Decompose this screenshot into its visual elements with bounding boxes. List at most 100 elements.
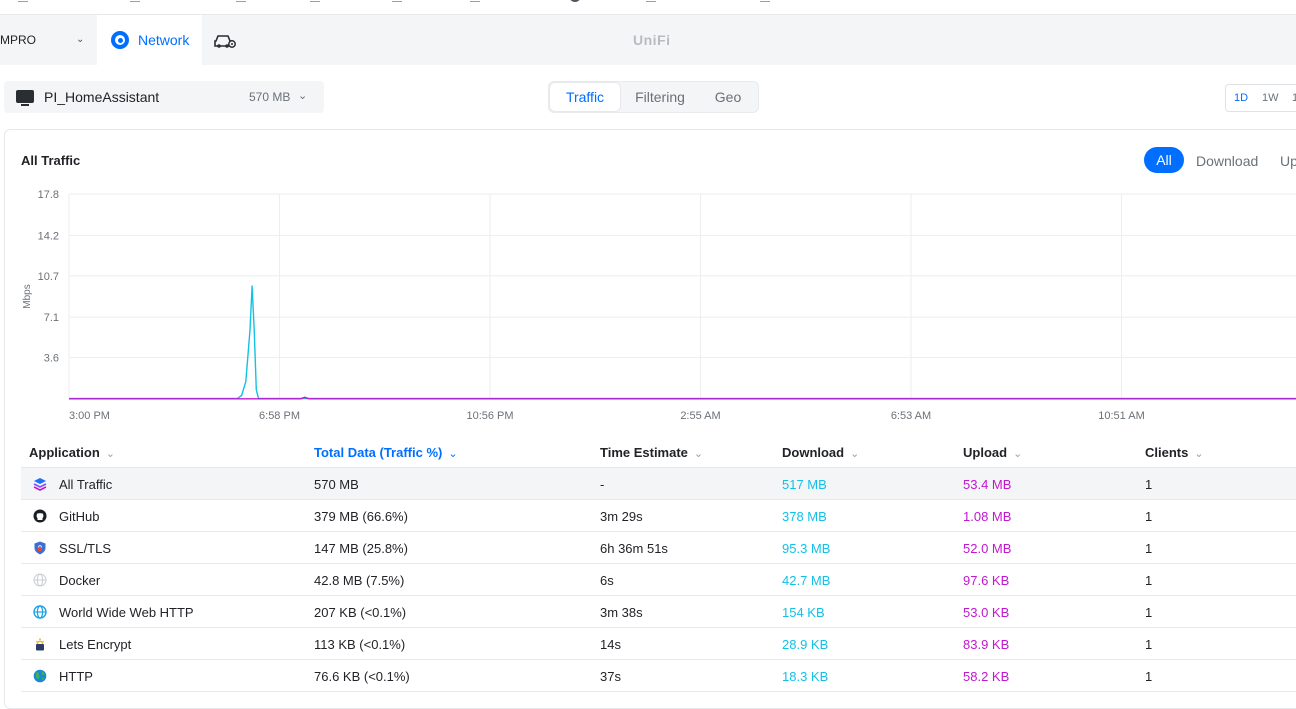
chevron-down-icon: ⌄ — [105, 448, 115, 460]
clients-count: 1 — [1145, 605, 1153, 620]
monitor-icon — [16, 90, 34, 106]
view-tabs: Traffic Filtering Geo — [548, 81, 759, 113]
download-value: 28.9 KB — [782, 637, 829, 652]
period-more[interactable]: 1 — [1292, 92, 1296, 104]
app-name: All Traffic — [59, 477, 113, 492]
table-row[interactable]: HTTP 76.6 KB (<0.1%) 37s 18.3 KB 58.2 KB… — [21, 660, 1296, 692]
time-estimate: - — [600, 477, 605, 492]
device-selector[interactable]: PI_HomeAssistant 570 MB ⌄ — [4, 81, 324, 113]
column-upload[interactable]: Upload ⌄ — [963, 445, 1022, 460]
top-toolbar-strip — [0, 0, 1296, 15]
column-label: Application — [29, 445, 100, 460]
upload-value: 58.2 KB — [963, 669, 1010, 684]
clients-count: 1 — [1145, 669, 1153, 684]
filter-download-button[interactable]: Download — [1196, 153, 1258, 169]
filter-upload-button[interactable]: Up — [1280, 153, 1296, 169]
upload-value: 53.4 MB — [963, 477, 1012, 492]
layers-icon — [33, 478, 47, 491]
table-row[interactable]: Lets Encrypt 113 KB (<0.1%) 14s 28.9 KB … — [21, 628, 1296, 660]
filter-all-button[interactable]: All — [1144, 147, 1184, 173]
table-row[interactable]: GitHub 379 MB (66.6%) 3m 29s 378 MB 1.08… — [21, 500, 1296, 532]
clients-count: 1 — [1145, 573, 1153, 588]
chevron-down-icon: ⌄ — [76, 34, 85, 45]
download-series-line — [69, 285, 1296, 400]
table-row[interactable]: All Traffic 570 MB - 517 MB 53.4 MB 1 — [21, 468, 1296, 500]
download-value: 378 MB — [782, 509, 827, 524]
table-row[interactable]: World Wide Web HTTP 207 KB (<0.1%) 3m 38… — [21, 596, 1296, 628]
tab-filtering[interactable]: Filtering — [623, 83, 697, 111]
toolbar-glyph — [236, 0, 246, 2]
column-label: Time Estimate — [600, 445, 688, 460]
network-icon — [111, 31, 129, 49]
toolbar-glyph — [130, 0, 140, 2]
app-name: GitHub — [59, 509, 100, 524]
time-estimate: 3m 38s — [600, 605, 643, 620]
column-label: Upload — [963, 445, 1008, 460]
y-axis-label: Mbps — [22, 284, 33, 308]
total-data: 207 KB (<0.1%) — [314, 605, 407, 620]
y-tick-label: 14.2 — [38, 230, 59, 242]
nav-tab-network[interactable]: Network — [97, 15, 202, 65]
nav-tab-label: Network — [138, 32, 190, 48]
upload-value: 53.0 KB — [963, 605, 1010, 620]
total-data: 379 MB (66.6%) — [314, 509, 408, 524]
period-1w[interactable]: 1W — [1262, 92, 1279, 104]
upload-value: 1.08 MB — [963, 509, 1012, 524]
table-row[interactable]: Docker 42.8 MB (7.5%) 6s 42.7 MB 97.6 KB… — [21, 564, 1296, 596]
x-tick-label: 3:00 PM — [69, 410, 110, 422]
chevron-down-icon: ⌄ — [1194, 448, 1204, 460]
tab-geo[interactable]: Geo — [699, 83, 757, 111]
toolbar-glyph — [310, 0, 320, 2]
y-tick-label: 7.1 — [44, 312, 59, 324]
toolbar-glyph — [646, 0, 656, 2]
vehicle-settings-icon[interactable] — [213, 32, 237, 50]
time-estimate: 14s — [600, 637, 621, 652]
total-data: 570 MB — [314, 477, 359, 492]
earth-icon — [33, 669, 47, 683]
period-1d[interactable]: 1D — [1234, 92, 1248, 104]
download-value: 517 MB — [782, 477, 827, 492]
app-name: HTTP — [59, 669, 93, 684]
column-application[interactable]: Application ⌄ — [29, 445, 115, 460]
tab-traffic[interactable]: Traffic — [550, 83, 620, 111]
unifi-logo: UniFi — [633, 32, 671, 48]
download-value: 95.3 MB — [782, 541, 831, 556]
chevron-down-icon: ⌄ — [298, 90, 308, 102]
column-label: Total Data (Traffic %) — [314, 445, 443, 460]
column-time-estimate[interactable]: Time Estimate ⌄ — [600, 445, 703, 460]
toolbar-glyph — [18, 0, 28, 2]
upload-value: 83.9 KB — [963, 637, 1010, 652]
clients-count: 1 — [1145, 541, 1153, 556]
app-name: SSL/TLS — [59, 541, 112, 556]
clients-count: 1 — [1145, 509, 1153, 524]
period-selector: 1D 1W 1 — [1225, 84, 1296, 112]
column-clients[interactable]: Clients ⌄ — [1145, 445, 1204, 460]
y-tick-label: 10.7 — [38, 271, 59, 283]
table-header: Application ⌄ Total Data (Traffic %) ⌄ Tim… — [21, 438, 1296, 468]
total-data: 113 KB (<0.1%) — [314, 637, 406, 652]
site-selector[interactable]: MPRO ⌄ — [0, 15, 97, 65]
x-tick-label: 10:51 AM — [1098, 410, 1144, 422]
github-icon — [33, 509, 47, 523]
app-header: MPRO ⌄ Network UniFi — [0, 15, 1296, 65]
column-total-data[interactable]: Total Data (Traffic %) ⌄ — [314, 445, 458, 460]
toolbar-glyph — [470, 0, 480, 2]
device-name: PI_HomeAssistant — [44, 89, 160, 105]
total-data: 76.6 KB (<0.1%) — [314, 669, 410, 684]
applications-table: Application ⌄ Total Data (Traffic %) ⌄ Tim… — [21, 438, 1296, 692]
time-estimate: 6h 36m 51s — [600, 541, 668, 556]
chevron-down-icon: ⌄ — [850, 448, 860, 460]
y-tick-label: 17.8 — [38, 189, 59, 201]
site-name: MPRO — [0, 33, 36, 47]
traffic-chart[interactable]: 17.8 14.2 10.7 7.1 3.6 3:00 PM 6:58 PM 10:56 PM… — [0, 180, 1296, 430]
chevron-down-icon: ⌄ — [693, 448, 704, 460]
x-tick-label: 6:53 AM — [891, 410, 931, 422]
www-globe-icon — [33, 605, 47, 619]
download-value: 154 KB — [782, 605, 825, 620]
clients-count: 1 — [1145, 637, 1153, 652]
column-download[interactable]: Download ⌄ — [782, 445, 859, 460]
table-row[interactable]: SSL/TLS 147 MB (25.8%) 6h 36m 51s 95.3 M… — [21, 532, 1296, 564]
card-title: All Traffic — [21, 153, 81, 168]
x-tick-label: 2:55 AM — [680, 410, 720, 422]
app-name: Lets Encrypt — [59, 637, 132, 652]
